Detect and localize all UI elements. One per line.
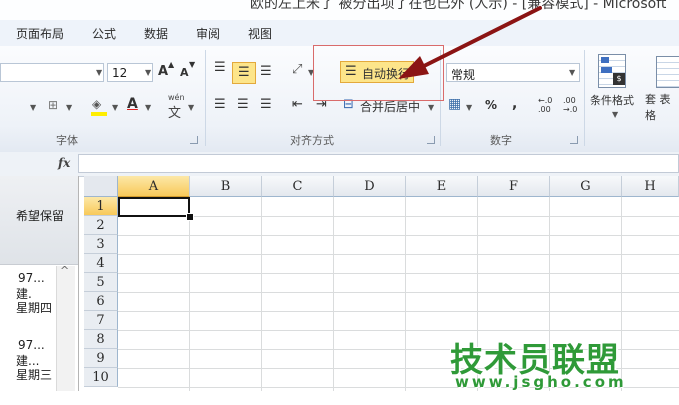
excel-window: 欧的左上米了 被分出项了在也已外 (人示) - [兼容模式] - Microso… [0, 0, 679, 405]
watermark-url: www.jsgho.com [455, 373, 627, 391]
